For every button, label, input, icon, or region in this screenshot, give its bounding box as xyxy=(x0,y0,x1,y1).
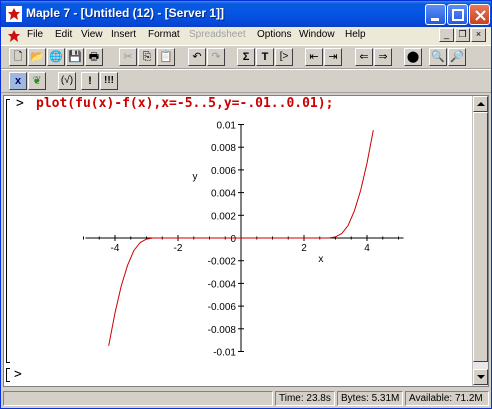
status-bytes: Bytes: 5.31M xyxy=(337,391,403,406)
empty-group-bracket[interactable] xyxy=(6,368,10,382)
y-tick-label: -0.006 xyxy=(208,302,237,313)
y-tick-label: 0.01 xyxy=(217,121,237,132)
context-toolbar: x ❦ (√) ! !!! xyxy=(1,69,491,93)
doc-minimize-button[interactable]: _ xyxy=(439,28,454,42)
y-tick-label: -0.002 xyxy=(208,257,237,268)
menu-view[interactable]: View xyxy=(81,29,103,40)
x-tick-label: -4 xyxy=(111,243,120,254)
plot-area[interactable]: -4 -2 2 4 0.01 0.008 0.006 0.004 0.002 0 -0.002 -0.… xyxy=(4,114,474,364)
menu-edit[interactable]: Edit xyxy=(55,29,72,40)
redo-icon[interactable]: ↷ xyxy=(207,48,225,66)
arrow-up-icon xyxy=(477,102,485,106)
arrow-down-icon xyxy=(477,375,485,379)
x-tick-label: 4 xyxy=(364,243,370,254)
outdent-icon[interactable]: ⇤ xyxy=(305,48,323,66)
main-toolbar: 🗋 📂 🌐 💾 🖶 ✂ ⎘ 📋 ↶ ↷ Σ T [> ⇤ ⇥ ⇐ ⇒ ⬤ 🔍 🔎 xyxy=(1,45,491,69)
undo-icon[interactable]: ↶ xyxy=(188,48,206,66)
empty-prompt[interactable]: > xyxy=(14,367,22,382)
menu-spreadsheet[interactable]: Spreadsheet xyxy=(189,29,246,40)
close-icon xyxy=(475,10,486,21)
check-expression-icon[interactable]: (√) xyxy=(58,72,76,90)
copy-icon[interactable]: ⎘ xyxy=(138,48,156,66)
execute-icon[interactable]: ! xyxy=(81,72,99,90)
status-time: Time: 23.8s xyxy=(275,391,335,406)
menu-format[interactable]: Format xyxy=(148,29,180,40)
maximize-button[interactable] xyxy=(447,4,468,25)
maple-input-icon[interactable]: x xyxy=(9,72,27,90)
sigma-icon[interactable]: Σ xyxy=(237,48,255,66)
y-axis-label: y xyxy=(193,172,198,183)
zoom-out-icon[interactable]: 🔍 xyxy=(429,48,447,66)
title-bar[interactable]: Maple 7 - [Untitled (12) - [Server 1]] xyxy=(1,1,491,27)
menu-file[interactable]: File xyxy=(27,29,43,40)
maple-leaf-icon[interactable]: ❦ xyxy=(28,72,46,90)
menu-bar: File Edit View Insert Format Spreadsheet… xyxy=(1,27,491,45)
close-button[interactable] xyxy=(469,4,490,25)
maple-app-icon xyxy=(6,6,22,22)
status-available: Available: 71.2M xyxy=(405,391,489,406)
y-tick-label: 0.002 xyxy=(211,211,236,222)
execute-all-icon[interactable]: !!! xyxy=(100,72,118,90)
save-icon[interactable]: 💾 xyxy=(66,48,84,66)
y-tick-label: -0.01 xyxy=(213,348,236,359)
status-message xyxy=(3,391,273,406)
indent-icon[interactable]: ⇥ xyxy=(324,48,342,66)
minimize-button[interactable] xyxy=(425,4,446,25)
zoom-in-icon[interactable]: 🔎 xyxy=(448,48,466,66)
worksheet[interactable]: > plot(fu(x)-f(x),x=-5..5,y=-.01..0.01);… xyxy=(3,95,489,387)
x-tick-label: 2 xyxy=(301,243,307,254)
menu-insert[interactable]: Insert xyxy=(111,29,136,40)
text-icon[interactable]: T xyxy=(256,48,274,66)
cut-icon[interactable]: ✂ xyxy=(119,48,137,66)
document-icon[interactable] xyxy=(7,29,21,43)
new-file-icon[interactable]: 🗋 xyxy=(9,48,27,66)
stop-icon[interactable]: ⬤ xyxy=(404,48,422,66)
print-icon[interactable]: 🖶 xyxy=(85,48,103,66)
y-tick-label: -0.008 xyxy=(208,325,237,336)
menu-help[interactable]: Help xyxy=(345,29,366,40)
vertical-scrollbar[interactable] xyxy=(472,96,488,386)
menu-window[interactable]: Window xyxy=(299,29,335,40)
forward-arrow-icon[interactable]: ⇒ xyxy=(374,48,392,66)
back-arrow-icon[interactable]: ⇐ xyxy=(355,48,373,66)
minimize-icon xyxy=(431,18,439,21)
scroll-down-button[interactable] xyxy=(473,369,488,385)
doc-close-button[interactable]: × xyxy=(471,28,486,42)
maple-input-command[interactable]: plot(fu(x)-f(x),x=-5..5,y=-.01..0.01); xyxy=(36,96,333,111)
x-tick-label: -2 xyxy=(174,243,183,254)
menu-options[interactable]: Options xyxy=(257,29,291,40)
y-tick-label: 0.008 xyxy=(211,143,236,154)
status-bar: Time: 23.8s Bytes: 5.31M Available: 71.2… xyxy=(1,389,491,408)
y-tick-label: -0.004 xyxy=(208,279,237,290)
paste-icon[interactable]: 📋 xyxy=(157,48,175,66)
input-prompt: > xyxy=(16,96,24,111)
y-tick-label: 0.006 xyxy=(211,166,236,177)
x-axis-label: x xyxy=(318,254,323,265)
scroll-up-button[interactable] xyxy=(473,96,488,112)
window-title: Maple 7 - [Untitled (12) - [Server 1]] xyxy=(26,6,225,20)
y-tick-label: 0.004 xyxy=(211,189,236,200)
execution-group-icon[interactable]: [> xyxy=(275,48,293,66)
open-file-icon[interactable]: 📂 xyxy=(28,48,46,66)
open-url-icon[interactable]: 🌐 xyxy=(47,48,65,66)
maple-window: Maple 7 - [Untitled (12) - [Server 1]] F… xyxy=(0,0,492,409)
doc-restore-button[interactable]: ❐ xyxy=(455,28,470,42)
maximize-icon xyxy=(452,9,464,21)
scroll-thumb[interactable] xyxy=(473,112,488,362)
y-tick-label: 0 xyxy=(230,234,236,245)
